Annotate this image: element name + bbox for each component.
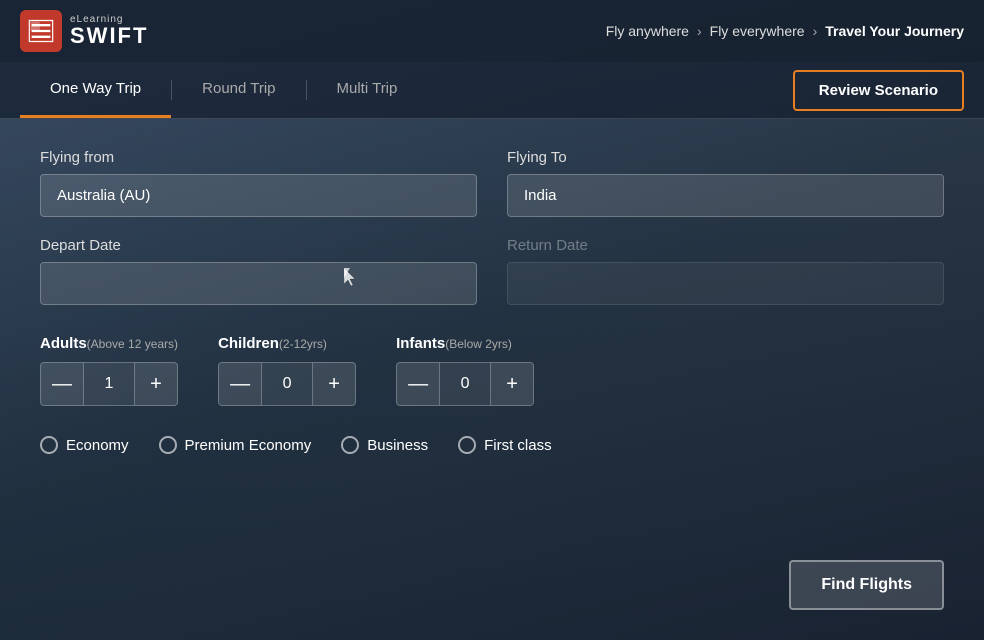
adults-decrement-button[interactable]: — [40,362,84,406]
business-radio[interactable]: Business [341,436,428,454]
breadcrumb-item-2[interactable]: Fly everywhere [710,23,805,39]
header: eLearning SWIFT Fly anywhere › Fly every… [0,0,984,62]
logo-text: eLearning SWIFT [70,15,148,47]
passengers-section: Adults(Above 12 years) — 1 + Children(2-… [40,335,944,406]
adults-label: Adults(Above 12 years) [40,335,178,352]
logo-icon [20,10,62,52]
adults-sublabel: (Above 12 years) [87,337,178,351]
flying-from-group: Flying from [40,149,477,217]
business-radio-circle [341,436,359,454]
infants-label: Infants(Below 2yrs) [396,335,534,352]
flying-from-input[interactable] [40,174,477,217]
children-decrement-button[interactable]: — [218,362,262,406]
return-date-label: Return Date [507,237,944,254]
infants-increment-button[interactable]: + [490,362,534,406]
infants-sublabel: (Below 2yrs) [445,337,512,351]
infants-decrement-button[interactable]: — [396,362,440,406]
breadcrumb: Fly anywhere › Fly everywhere › Travel Y… [606,23,964,39]
first-class-radio[interactable]: First class [458,436,552,454]
premium-economy-radio-circle [159,436,177,454]
flying-to-input[interactable] [507,174,944,217]
adults-value: 1 [84,362,134,406]
flying-from-label: Flying from [40,149,477,166]
return-date-group: Return Date [507,237,944,305]
flying-to-label: Flying To [507,149,944,166]
children-value: 0 [262,362,312,406]
breadcrumb-sep-1: › [697,23,702,39]
depart-date-input[interactable] [40,262,477,305]
children-stepper: — 0 + [218,362,356,406]
logo: eLearning SWIFT [20,10,148,52]
swift-icon [27,17,55,45]
adults-stepper: — 1 + [40,362,178,406]
tab-multi-trip[interactable]: Multi Trip [307,62,428,118]
tab-one-way-trip[interactable]: One Way Trip [20,62,171,118]
return-date-input[interactable] [507,262,944,305]
flying-to-group: Flying To [507,149,944,217]
premium-economy-radio[interactable]: Premium Economy [159,436,312,454]
depart-date-label: Depart Date [40,237,477,254]
infants-group: Infants(Below 2yrs) — 0 + [396,335,534,406]
breadcrumb-current: Travel Your Journery [825,23,964,39]
origin-destination-row: Flying from Flying To [40,149,944,217]
swift-label: SWIFT [70,25,148,47]
business-label: Business [367,437,428,454]
first-class-label: First class [484,437,552,454]
economy-radio-circle [40,436,58,454]
infants-value: 0 [440,362,490,406]
main-content: Flying from Flying To Depart Date Return… [0,119,984,640]
find-flights-container: Find Flights [40,560,944,610]
infants-stepper: — 0 + [396,362,534,406]
first-class-radio-circle [458,436,476,454]
find-flights-button[interactable]: Find Flights [789,560,944,610]
cabin-class-section: Economy Premium Economy Business First c… [40,436,944,454]
depart-date-group: Depart Date [40,237,477,305]
premium-economy-label: Premium Economy [185,437,312,454]
dates-row: Depart Date Return Date [40,237,944,305]
tab-round-trip[interactable]: Round Trip [172,62,305,118]
breadcrumb-item-1[interactable]: Fly anywhere [606,23,689,39]
children-group: Children(2-12yrs) — 0 + [218,335,356,406]
app-container: eLearning SWIFT Fly anywhere › Fly every… [0,0,984,640]
adults-increment-button[interactable]: + [134,362,178,406]
children-increment-button[interactable]: + [312,362,356,406]
review-scenario-button[interactable]: Review Scenario [793,70,964,111]
tabs-container: One Way Trip Round Trip Multi Trip Revie… [0,62,984,119]
children-label: Children(2-12yrs) [218,335,356,352]
children-sublabel: (2-12yrs) [279,337,327,351]
economy-label: Economy [66,437,129,454]
adults-group: Adults(Above 12 years) — 1 + [40,335,178,406]
economy-radio[interactable]: Economy [40,436,129,454]
breadcrumb-sep-2: › [813,23,818,39]
